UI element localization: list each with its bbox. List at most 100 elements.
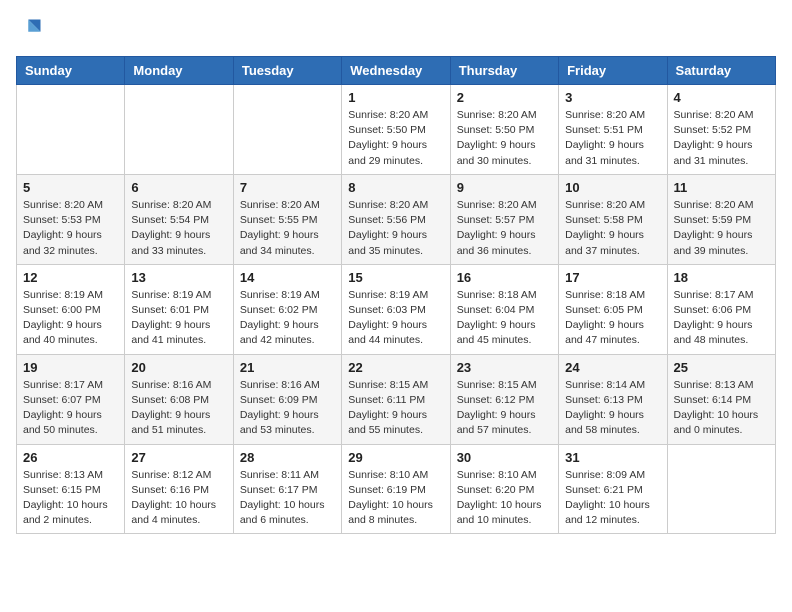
day-info: Sunrise: 8:20 AM Sunset: 5:59 PM Dayligh…: [674, 198, 769, 259]
day-info: Sunrise: 8:17 AM Sunset: 6:06 PM Dayligh…: [674, 288, 769, 349]
page-header: [16, 16, 776, 44]
calendar-cell: [233, 85, 341, 175]
day-info: Sunrise: 8:20 AM Sunset: 5:58 PM Dayligh…: [565, 198, 660, 259]
day-number: 8: [348, 180, 443, 195]
day-info: Sunrise: 8:16 AM Sunset: 6:09 PM Dayligh…: [240, 378, 335, 439]
day-number: 20: [131, 360, 226, 375]
calendar-cell: 31 Sunrise: 8:09 AM Sunset: 6:21 PM Dayli…: [559, 444, 667, 534]
calendar-cell: 14 Sunrise: 8:19 AM Sunset: 6:02 PM Dayli…: [233, 264, 341, 354]
weekday-header-sunday: Sunday: [17, 57, 125, 85]
day-number: 3: [565, 90, 660, 105]
calendar-cell: 24Sunrise: 8:14 AM Sunset: 6:13 PM Dayli…: [559, 354, 667, 444]
day-number: 2: [457, 90, 552, 105]
day-info: Sunrise: 8:18 AM Sunset: 6:04 PM Dayligh…: [457, 288, 552, 349]
weekday-header-thursday: Thursday: [450, 57, 558, 85]
day-info: Sunrise: 8:10 AM Sunset: 6:19 PM Dayligh…: [348, 468, 443, 529]
day-number: 18: [674, 270, 769, 285]
day-number: 14: [240, 270, 335, 285]
calendar-cell: 23 Sunrise: 8:15 AM Sunset: 6:12 PM Dayli…: [450, 354, 558, 444]
day-info: Sunrise: 8:13 AM Sunset: 6:15 PM Dayligh…: [23, 468, 118, 529]
calendar-cell: 18 Sunrise: 8:17 AM Sunset: 6:06 PM Dayli…: [667, 264, 775, 354]
calendar-cell: 15 Sunrise: 8:19 AM Sunset: 6:03 PM Dayli…: [342, 264, 450, 354]
calendar-cell: 5Sunrise: 8:20 AM Sunset: 5:53 PM Daylig…: [17, 174, 125, 264]
day-number: 31: [565, 450, 660, 465]
day-number: 9: [457, 180, 552, 195]
day-number: 13: [131, 270, 226, 285]
calendar-cell: 29 Sunrise: 8:10 AM Sunset: 6:19 PM Dayli…: [342, 444, 450, 534]
day-number: 1: [348, 90, 443, 105]
calendar-week-4: 19Sunrise: 8:17 AM Sunset: 6:07 PM Dayli…: [17, 354, 776, 444]
day-number: 30: [457, 450, 552, 465]
day-number: 11: [674, 180, 769, 195]
calendar-cell: [17, 85, 125, 175]
day-info: Sunrise: 8:15 AM Sunset: 6:12 PM Dayligh…: [457, 378, 552, 439]
calendar-cell: 17 Sunrise: 8:18 AM Sunset: 6:05 PM Dayli…: [559, 264, 667, 354]
calendar-cell: 20 Sunrise: 8:16 AM Sunset: 6:08 PM Dayli…: [125, 354, 233, 444]
day-info: Sunrise: 8:17 AM Sunset: 6:07 PM Dayligh…: [23, 378, 118, 439]
day-info: Sunrise: 8:20 AM Sunset: 5:52 PM Dayligh…: [674, 108, 769, 169]
logo: [16, 16, 48, 44]
calendar-cell: 28Sunrise: 8:11 AM Sunset: 6:17 PM Dayli…: [233, 444, 341, 534]
day-number: 25: [674, 360, 769, 375]
calendar-table: SundayMondayTuesdayWednesdayThursdayFrid…: [16, 56, 776, 534]
calendar-cell: 19Sunrise: 8:17 AM Sunset: 6:07 PM Dayli…: [17, 354, 125, 444]
day-info: Sunrise: 8:19 AM Sunset: 6:03 PM Dayligh…: [348, 288, 443, 349]
calendar-week-1: 1 Sunrise: 8:20 AM Sunset: 5:50 PM Daylig…: [17, 85, 776, 175]
day-info: Sunrise: 8:18 AM Sunset: 6:05 PM Dayligh…: [565, 288, 660, 349]
weekday-header-wednesday: Wednesday: [342, 57, 450, 85]
day-number: 17: [565, 270, 660, 285]
calendar-week-5: 26 Sunrise: 8:13 AM Sunset: 6:15 PM Dayli…: [17, 444, 776, 534]
day-info: Sunrise: 8:11 AM Sunset: 6:17 PM Dayligh…: [240, 468, 335, 529]
calendar-cell: 2 Sunrise: 8:20 AM Sunset: 5:50 PM Daylig…: [450, 85, 558, 175]
calendar-week-2: 5Sunrise: 8:20 AM Sunset: 5:53 PM Daylig…: [17, 174, 776, 264]
day-number: 7: [240, 180, 335, 195]
day-info: Sunrise: 8:19 AM Sunset: 6:02 PM Dayligh…: [240, 288, 335, 349]
calendar-cell: [667, 444, 775, 534]
calendar-cell: 7 Sunrise: 8:20 AM Sunset: 5:55 PM Daylig…: [233, 174, 341, 264]
calendar-cell: 22 Sunrise: 8:15 AM Sunset: 6:11 PM Dayli…: [342, 354, 450, 444]
day-info: Sunrise: 8:20 AM Sunset: 5:54 PM Dayligh…: [131, 198, 226, 259]
day-info: Sunrise: 8:16 AM Sunset: 6:08 PM Dayligh…: [131, 378, 226, 439]
day-number: 29: [348, 450, 443, 465]
day-number: 22: [348, 360, 443, 375]
calendar-cell: 21Sunrise: 8:16 AM Sunset: 6:09 PM Dayli…: [233, 354, 341, 444]
day-info: Sunrise: 8:15 AM Sunset: 6:11 PM Dayligh…: [348, 378, 443, 439]
day-info: Sunrise: 8:20 AM Sunset: 5:55 PM Dayligh…: [240, 198, 335, 259]
calendar-cell: 11 Sunrise: 8:20 AM Sunset: 5:59 PM Dayli…: [667, 174, 775, 264]
day-info: Sunrise: 8:19 AM Sunset: 6:01 PM Dayligh…: [131, 288, 226, 349]
calendar-cell: 16 Sunrise: 8:18 AM Sunset: 6:04 PM Dayli…: [450, 264, 558, 354]
day-info: Sunrise: 8:10 AM Sunset: 6:20 PM Dayligh…: [457, 468, 552, 529]
calendar-cell: [125, 85, 233, 175]
calendar-week-3: 12Sunrise: 8:19 AM Sunset: 6:00 PM Dayli…: [17, 264, 776, 354]
calendar-cell: 12Sunrise: 8:19 AM Sunset: 6:00 PM Dayli…: [17, 264, 125, 354]
day-info: Sunrise: 8:20 AM Sunset: 5:50 PM Dayligh…: [457, 108, 552, 169]
day-number: 27: [131, 450, 226, 465]
day-info: Sunrise: 8:09 AM Sunset: 6:21 PM Dayligh…: [565, 468, 660, 529]
calendar-cell: 1 Sunrise: 8:20 AM Sunset: 5:50 PM Daylig…: [342, 85, 450, 175]
calendar-cell: 25Sunrise: 8:13 AM Sunset: 6:14 PM Dayli…: [667, 354, 775, 444]
calendar-cell: 4 Sunrise: 8:20 AM Sunset: 5:52 PM Daylig…: [667, 85, 775, 175]
calendar-cell: 30 Sunrise: 8:10 AM Sunset: 6:20 PM Dayli…: [450, 444, 558, 534]
day-info: Sunrise: 8:14 AM Sunset: 6:13 PM Dayligh…: [565, 378, 660, 439]
day-info: Sunrise: 8:20 AM Sunset: 5:53 PM Dayligh…: [23, 198, 118, 259]
day-number: 10: [565, 180, 660, 195]
day-number: 6: [131, 180, 226, 195]
logo-icon: [16, 16, 44, 44]
weekday-header-saturday: Saturday: [667, 57, 775, 85]
calendar-cell: 10 Sunrise: 8:20 AM Sunset: 5:58 PM Dayli…: [559, 174, 667, 264]
day-number: 23: [457, 360, 552, 375]
day-number: 15: [348, 270, 443, 285]
weekday-header-tuesday: Tuesday: [233, 57, 341, 85]
weekday-header-monday: Monday: [125, 57, 233, 85]
day-number: 16: [457, 270, 552, 285]
calendar-cell: 8Sunrise: 8:20 AM Sunset: 5:56 PM Daylig…: [342, 174, 450, 264]
day-number: 26: [23, 450, 118, 465]
day-info: Sunrise: 8:12 AM Sunset: 6:16 PM Dayligh…: [131, 468, 226, 529]
calendar-cell: 6 Sunrise: 8:20 AM Sunset: 5:54 PM Daylig…: [125, 174, 233, 264]
calendar-cell: 9 Sunrise: 8:20 AM Sunset: 5:57 PM Daylig…: [450, 174, 558, 264]
weekday-header-row: SundayMondayTuesdayWednesdayThursdayFrid…: [17, 57, 776, 85]
day-number: 4: [674, 90, 769, 105]
day-info: Sunrise: 8:19 AM Sunset: 6:00 PM Dayligh…: [23, 288, 118, 349]
day-info: Sunrise: 8:20 AM Sunset: 5:57 PM Dayligh…: [457, 198, 552, 259]
day-info: Sunrise: 8:20 AM Sunset: 5:50 PM Dayligh…: [348, 108, 443, 169]
